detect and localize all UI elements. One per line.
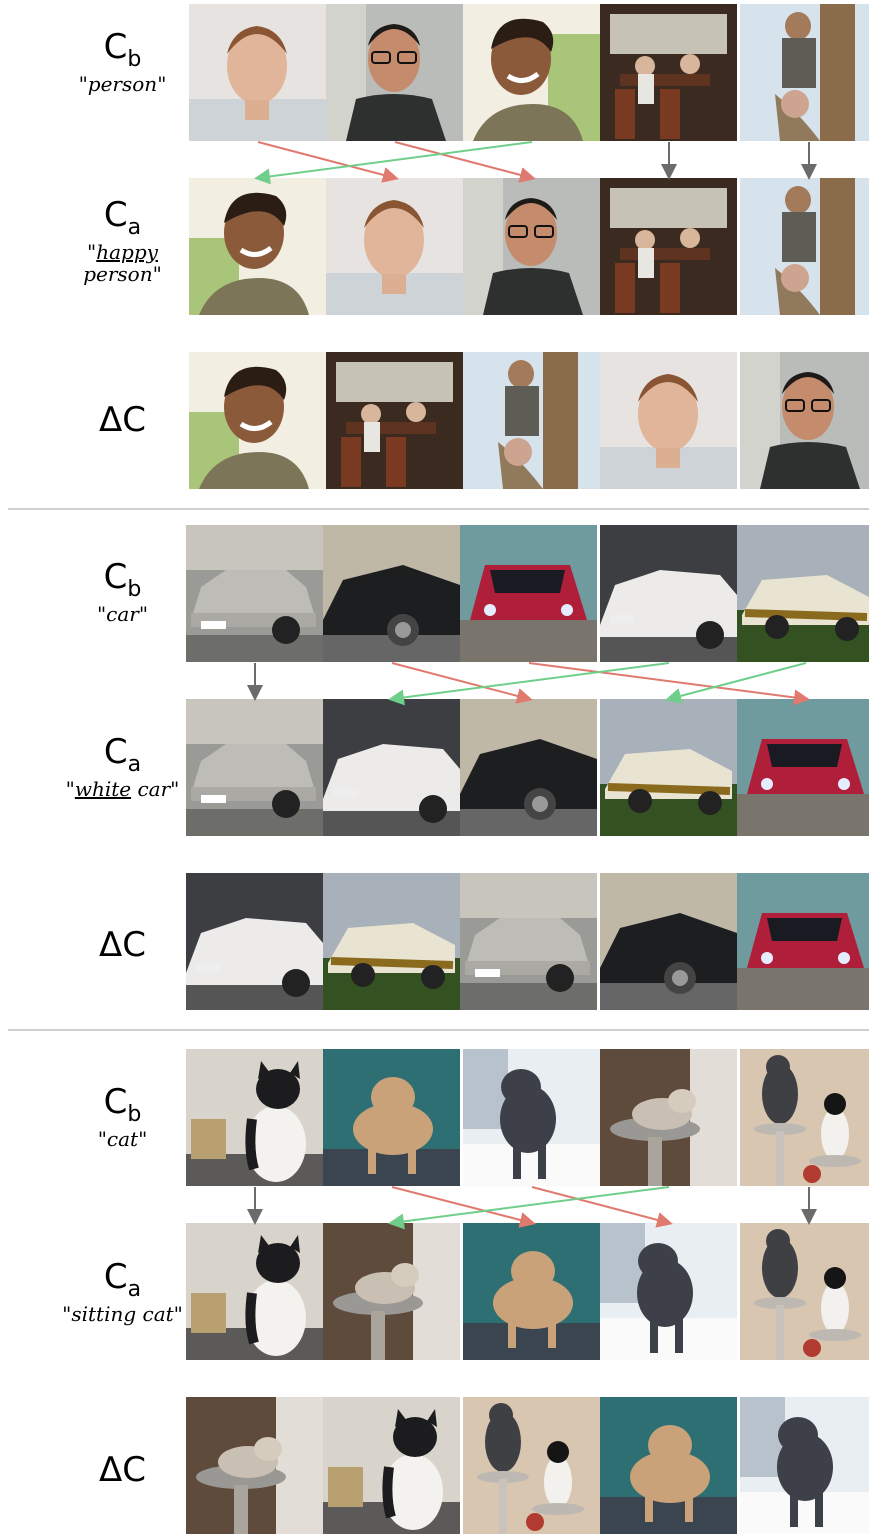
ca-prompt-underlined-person: happy (96, 240, 158, 264)
section-separator (8, 1029, 869, 1031)
arrow-red (391, 1186, 536, 1228)
cb-label-car: Cb "car" (96, 557, 149, 626)
cb-prompt-car: car (106, 602, 139, 626)
arrow-red (257, 141, 399, 183)
image-red-drifting-car (737, 699, 869, 836)
image-cat-on-scratch-post (186, 1397, 323, 1534)
image-gray-cat-standing (463, 1049, 600, 1186)
image-silver-hatchback (186, 525, 323, 662)
ca-label-cat: Ca "sitting cat" (62, 1257, 183, 1326)
image-two-cats-on-tree (740, 1049, 869, 1186)
image-man-short-hair-portrait (189, 4, 326, 141)
image-climber-on-pole (740, 178, 869, 315)
image-red-drifting-car (460, 525, 597, 662)
image-man-short-hair-portrait (600, 352, 737, 489)
image-gray-cat-standing (740, 1397, 869, 1534)
image-man-glasses-apron (740, 352, 869, 489)
delta-label-cat: ΔC (99, 1450, 146, 1490)
ca-prompt-underlined-car: white (74, 777, 132, 801)
image-black-sedan (460, 699, 597, 836)
image-orange-cat-standing (323, 1049, 460, 1186)
cb-prompt-person: person (87, 72, 158, 96)
image-restaurant-interior (326, 352, 463, 489)
ca-label-car: Ca "white car" (65, 732, 180, 801)
image-smiling-woman-outdoors (189, 352, 326, 489)
image-man-glasses-apron (463, 178, 600, 315)
image-smiling-woman-outdoors (463, 4, 600, 141)
image-red-drifting-car (737, 873, 869, 1010)
ca-prompt-rest-cat: sitting cat (71, 1302, 174, 1326)
image-orange-cat-standing (463, 1223, 600, 1360)
arrow-green (665, 662, 807, 704)
cb-prompt-cat: cat (106, 1127, 139, 1151)
delta-label-car: ΔC (99, 925, 146, 965)
image-black-white-cat-sitting (186, 1223, 323, 1360)
image-climber-on-pole (463, 352, 600, 489)
image-white-skyline (323, 699, 460, 836)
delta-label-person: ΔC (99, 400, 146, 440)
cb-label-person: Cb "person" (78, 27, 167, 96)
image-two-cats-on-tree (740, 1223, 869, 1360)
cb-label-cat: Cb "cat" (97, 1082, 148, 1151)
ca-label-person: Ca "happy person" (83, 195, 162, 286)
section-separator (8, 508, 869, 510)
image-restaurant-interior (600, 178, 737, 315)
image-orange-cat-standing (600, 1397, 737, 1534)
arrow-red (528, 662, 810, 706)
arrow-red (391, 662, 533, 704)
image-black-sedan (600, 873, 737, 1010)
image-man-glasses-apron (326, 4, 463, 141)
image-restaurant-interior (600, 4, 737, 141)
arrow-green (388, 1186, 670, 1230)
image-black-white-cat-sitting (323, 1397, 460, 1534)
image-white-skyline (186, 873, 323, 1010)
image-silver-hatchback (186, 699, 323, 836)
image-gray-cat-standing (600, 1223, 737, 1360)
arrow-green (254, 141, 533, 185)
image-white-gold-classic (323, 873, 460, 1010)
image-white-gold-classic (600, 699, 737, 836)
image-man-short-hair-portrait (326, 178, 463, 315)
image-two-cats-on-tree (463, 1397, 600, 1534)
arrow-red (394, 141, 536, 183)
ca-prompt-rest-person: person (83, 262, 153, 286)
image-cat-on-scratch-post (600, 1049, 737, 1186)
image-smiling-woman-outdoors (189, 178, 326, 315)
image-black-sedan (323, 525, 460, 662)
arrow-green (388, 662, 670, 706)
arrow-red (531, 1186, 673, 1228)
image-black-white-cat-sitting (186, 1049, 323, 1186)
image-climber-on-pole (740, 4, 869, 141)
image-white-skyline (600, 525, 737, 662)
ca-prompt-rest-car: car (131, 777, 171, 801)
image-silver-hatchback (460, 873, 597, 1010)
image-cat-on-scratch-post (323, 1223, 460, 1360)
image-white-gold-classic (737, 525, 869, 662)
